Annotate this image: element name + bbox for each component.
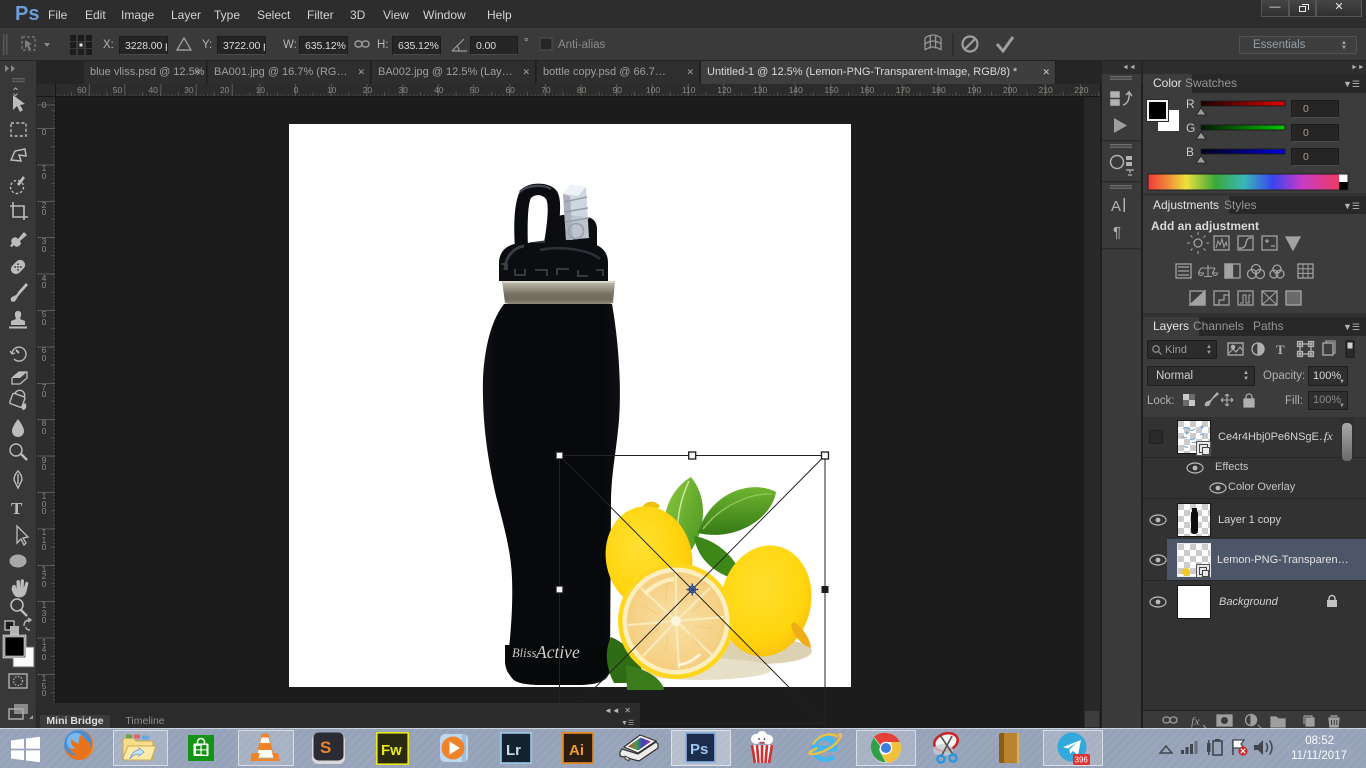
svg-text:Active: Active xyxy=(535,642,580,662)
svg-text:A: A xyxy=(1111,198,1121,215)
svg-text:396: 396 xyxy=(1075,756,1089,765)
svg-text:S: S xyxy=(320,738,331,757)
svg-text:B: B xyxy=(1186,145,1194,159)
svg-text:T: T xyxy=(11,499,23,518)
svg-text:fx: fx xyxy=(1191,714,1200,728)
svg-text:Fw: Fw xyxy=(381,742,402,759)
svg-text:08:52: 08:52 xyxy=(1305,735,1334,747)
svg-text:Lr: Lr xyxy=(506,742,521,759)
svg-text:¶: ¶ xyxy=(1113,224,1121,241)
svg-text:11/11/2017: 11/11/2017 xyxy=(1291,750,1347,762)
svg-text:T: T xyxy=(1276,342,1285,357)
svg-text:G: G xyxy=(1186,121,1195,135)
svg-text:Ps: Ps xyxy=(690,741,708,758)
svg-text:Ai: Ai xyxy=(569,742,584,759)
svg-text:R: R xyxy=(1186,97,1195,111)
svg-text:Bliss: Bliss xyxy=(512,646,536,660)
